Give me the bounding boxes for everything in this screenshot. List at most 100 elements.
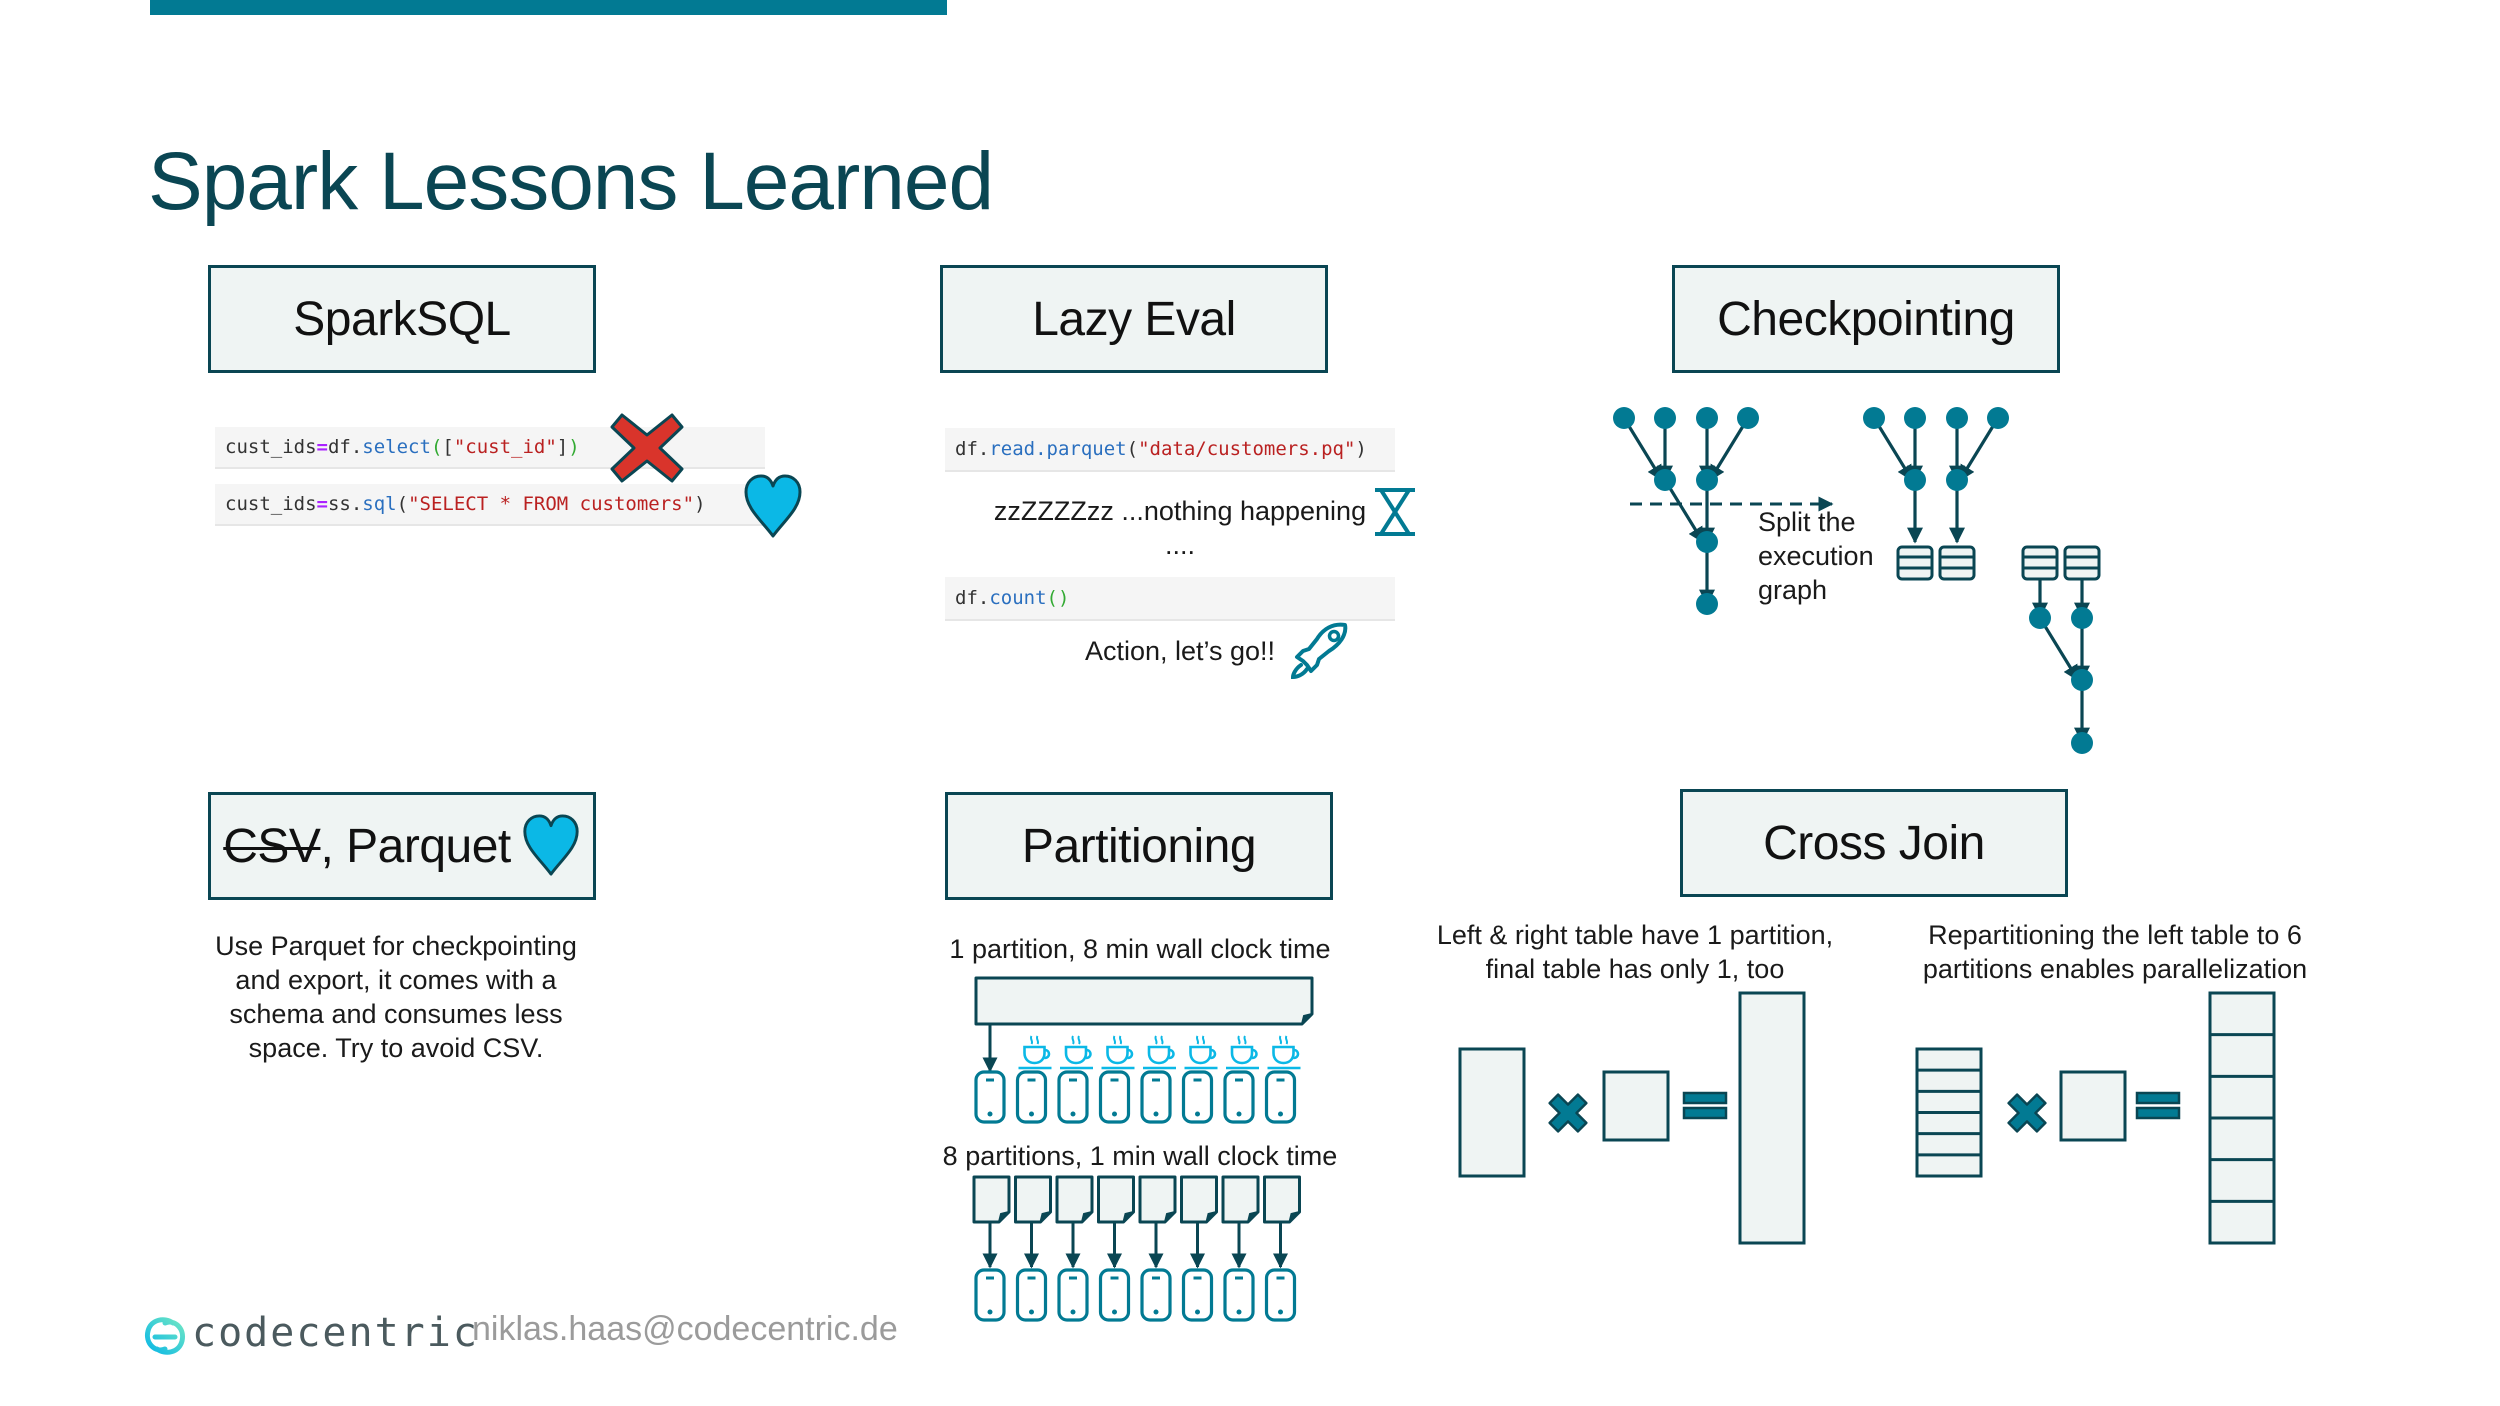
executor-phone-icon <box>1057 1070 1089 1124</box>
rocket-icon <box>1290 622 1348 680</box>
single-partition-file <box>974 976 1314 1026</box>
code-op: = <box>316 436 328 458</box>
code-obj: ss. <box>327 493 363 515</box>
code-obj: df. <box>327 436 363 458</box>
code-string: "cust_id" <box>453 436 557 458</box>
database-icon <box>1938 545 1976 581</box>
coffee-cup-icon <box>1018 1035 1052 1070</box>
page-fold <box>1164 1211 1176 1223</box>
executor-phone-icon <box>1264 1268 1297 1322</box>
code-paren: ( <box>396 493 409 515</box>
page-fold <box>1039 1211 1051 1223</box>
code-string: "SELECT * FROM customers" <box>408 493 695 515</box>
page-fold <box>1081 1211 1093 1223</box>
executor-phone-icon <box>1181 1070 1214 1124</box>
cross-join-right-caption: Repartitioning the left table to 6 parti… <box>1905 918 2325 986</box>
parquet-description: Use Parquet for checkpointing and export… <box>196 929 596 1065</box>
executor-phone-icon <box>1223 1070 1255 1124</box>
ellipsis-text: .... <box>1164 530 1195 560</box>
right-table-after <box>2059 1070 2127 1142</box>
page-fold <box>1122 1211 1134 1223</box>
code-line-count: df. count() <box>945 577 1395 621</box>
red-cross-icon <box>610 413 684 483</box>
table-body <box>1602 1070 1670 1142</box>
lazy-eval-header: Lazy Eval <box>1032 292 1236 346</box>
executor-phone-icon <box>1057 1268 1089 1322</box>
executor-phone-icon <box>1140 1070 1172 1124</box>
code-paren: ) <box>568 436 580 458</box>
csv-struck-label: CSV <box>223 819 321 873</box>
page-fold <box>1247 1211 1259 1223</box>
code-string: "data/customers.pq" <box>1138 438 1356 460</box>
database-icon <box>2063 545 2101 581</box>
coffee-cup-icon <box>1101 1035 1135 1070</box>
coffee-cup-icon <box>1267 1035 1301 1070</box>
partitioning-header-box: Partitioning <box>945 792 1333 900</box>
split-graph-top-nodes <box>1863 407 2009 491</box>
coffee-cup-icon <box>1060 1035 1093 1070</box>
slide-title: Spark Lessons Learned <box>148 136 994 227</box>
partitioning-header: Partitioning <box>1021 819 1257 873</box>
heart-icon <box>523 814 579 876</box>
description-line: Use Parquet for checkpointing <box>215 931 577 961</box>
brand-name: codecentric <box>192 1310 479 1356</box>
coffee-cup-icon <box>1184 1035 1218 1070</box>
code-obj: df. <box>955 587 990 609</box>
description-line: space. Try to avoid CSV. <box>248 1033 544 1063</box>
cross-join-header: Cross Join <box>1763 816 1985 870</box>
code-paren: ( <box>430 436 443 458</box>
parquet-label: , Parquet <box>320 819 511 873</box>
executor-phone-icon <box>1015 1268 1048 1322</box>
database-icon <box>1896 545 1934 581</box>
equals-icon <box>1682 1091 1728 1120</box>
code-var: cust_ids <box>225 493 317 515</box>
code-line-read-parquet: df. read.parquet("data/customers.pq") <box>945 428 1395 472</box>
cross-join-header-box: Cross Join <box>1680 789 2068 897</box>
sparksql-header: SparkSQL <box>293 292 511 346</box>
code-fn: sql <box>362 493 397 515</box>
action-text: Action, let’s go!! <box>1084 636 1276 666</box>
executor-phone-icon <box>1015 1070 1048 1124</box>
page-fold <box>1288 1211 1300 1223</box>
code-var: cust_ids <box>225 436 317 458</box>
executor-phone-icon <box>1264 1070 1297 1124</box>
single-partition-label: 1 partition, 8 min wall clock time <box>949 934 1331 964</box>
cross-join-left-caption: Left & right table have 1 partition, fin… <box>1420 918 1850 986</box>
page-fold <box>1205 1211 1217 1223</box>
code-op: = <box>316 493 328 515</box>
code-bracket: ] <box>556 436 569 458</box>
left-table-before <box>1458 1047 1526 1178</box>
code-fn: select <box>362 436 431 458</box>
contact-email[interactable]: niklas.haas@codecentric.de <box>472 1310 898 1349</box>
checkpointing-header: Checkpointing <box>1717 292 2015 346</box>
multiply-icon <box>1548 1093 1588 1133</box>
top-accent-bar <box>150 0 947 15</box>
right-table-before <box>1602 1070 1670 1142</box>
code-paren: ) <box>1355 438 1367 460</box>
file-format-header-box: CSV, Parquet <box>208 792 596 900</box>
checkpoint-storage-icons-bottom <box>2021 545 2101 581</box>
partitioning-diagram <box>972 976 1314 1322</box>
database-icon <box>2021 545 2059 581</box>
page-fold <box>1301 1013 1313 1025</box>
page-fold <box>998 1211 1010 1223</box>
sleep-text: zzZZZZzz ...nothing happening <box>993 496 1367 526</box>
split-label-line: Split the <box>1758 507 1856 537</box>
code-paren: () <box>1046 587 1070 609</box>
split-graph-bottom-edges <box>2032 580 2090 744</box>
equals-icon <box>2135 1091 2181 1120</box>
caption-line: Repartitioning the left table to 6 <box>1928 920 2302 950</box>
table-body <box>1458 1047 1526 1178</box>
split-label-line: execution <box>1758 541 1874 571</box>
left-table-after <box>1915 1047 1983 1178</box>
executor-phone-icon <box>974 1268 1006 1322</box>
executor-phone-icon <box>1140 1268 1172 1322</box>
executor-phone-icon <box>1098 1268 1131 1322</box>
coffee-cup-icon <box>1143 1035 1176 1070</box>
hourglass-icon <box>1375 488 1415 536</box>
code-bracket: [ <box>442 436 454 458</box>
codecentric-logo-icon <box>144 1317 186 1355</box>
cross-join-diagram <box>1458 991 2276 1245</box>
caption-line: Left & right table have 1 partition, <box>1436 920 1834 950</box>
checkpointing-header-box: Checkpointing <box>1672 265 2060 373</box>
